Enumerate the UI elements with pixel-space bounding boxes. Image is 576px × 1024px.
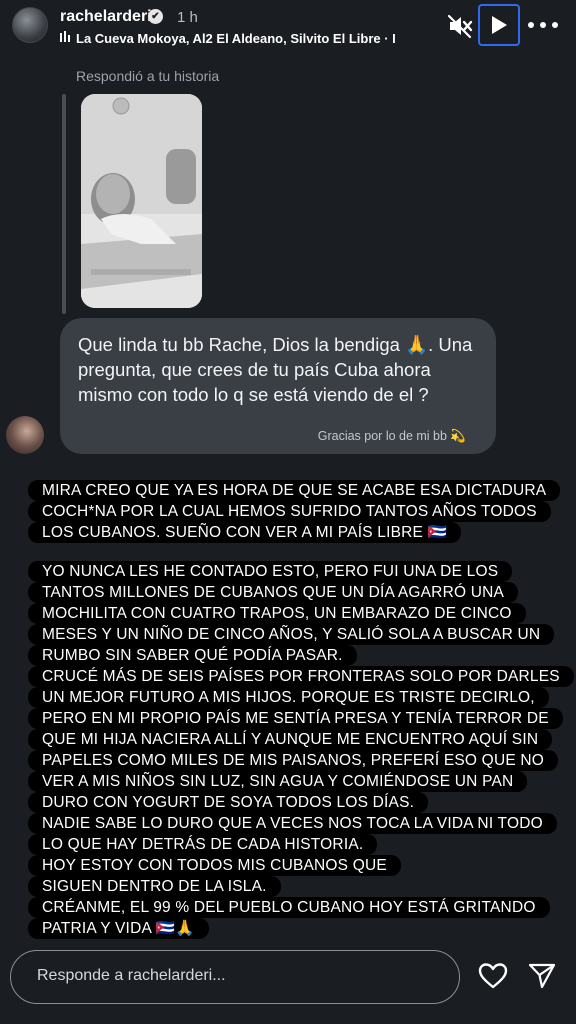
story-thumbnail[interactable]	[81, 94, 202, 308]
verified-badge-icon: ✔	[148, 9, 163, 24]
username[interactable]: rachelarderi	[60, 8, 152, 26]
replied-to-story-label: Respondió a tu historia	[76, 68, 220, 84]
post-time: 1 h	[177, 9, 198, 26]
reply-line: SIGUEN DENTRO DE LA ISLA.	[28, 876, 281, 897]
sender-avatar[interactable]	[6, 416, 44, 454]
reply-line: LO QUE HAY DETRÁS DE CADA HISTORIA.	[28, 834, 378, 855]
reply-input[interactable]: Responde a rachelarderi...	[10, 950, 460, 1004]
reply-line: HOY ESTOY CON TODOS MIS CUBANOS QUE	[28, 855, 401, 876]
send-icon[interactable]	[528, 962, 556, 990]
reply-line: VER A MIS NIÑOS SIN LUZ, SIN AGUA Y COMI…	[28, 771, 528, 792]
play-icon	[492, 16, 507, 34]
music-track[interactable]: La Cueva Mokoya, Al2 El Aldeano, Silvito…	[76, 31, 436, 46]
profile-avatar[interactable]	[12, 7, 48, 43]
story-header: rachelarderi ✔ 1 h La Cueva Mokoya, Al2 …	[0, 0, 576, 56]
reply-line: YO NUNCA LES HE CONTADO ESTO, PERO FUI U…	[28, 561, 513, 582]
reply-line: RUMBO SIN SABER QUÉ PODÍA PASAR.	[28, 645, 357, 666]
received-message-bubble[interactable]: Que linda tu bb Rache, Dios la bendiga 🙏…	[60, 318, 496, 454]
music-bars-icon	[60, 31, 72, 46]
quote-bar	[62, 94, 66, 314]
reply-line: LOS CUBANOS. SUEÑO CON VER A MI PAÍS LIB…	[28, 522, 462, 543]
reply-line: MESES Y UN NIÑO DE CINCO AÑOS, Y SALIÓ S…	[28, 624, 555, 645]
reply-line: PERO EN MI PROPIO PAÍS ME SENTÍA PRESA Y…	[28, 708, 563, 729]
reply-line: UN MEJOR FUTURO A MIS HIJOS. PORQUE ES T…	[28, 687, 549, 708]
more-icon[interactable]	[528, 14, 558, 36]
reply-line: CRÉANME, EL 99 % DEL PUEBLO CUBANO HOY E…	[28, 897, 550, 918]
reply-line: CRUCÉ MÁS DE SEIS PAÍSES POR FRONTERAS S…	[28, 666, 574, 687]
reply-paragraph-2: YO NUNCA LES HE CONTADO ESTO, PERO FUI U…	[28, 561, 574, 939]
heart-icon[interactable]	[478, 962, 508, 990]
mute-icon[interactable]	[446, 12, 474, 40]
reply-line: PATRIA Y VIDA 🇨🇺🙏	[28, 918, 209, 939]
reply-line: MIRA CREO QUE YA ES HORA DE QUE SE ACABE…	[28, 480, 561, 501]
reply-line: QUE MI HIJA NACIERA ALLÍ Y AUNQUE ME ENC…	[28, 729, 553, 750]
reply-paragraph-1: MIRA CREO QUE YA ES HORA DE QUE SE ACABE…	[28, 480, 561, 543]
reply-line: COCH*NA POR LA CUAL HEMOS SUFRIDO TANTOS…	[28, 501, 551, 522]
received-message-caption: Gracias por lo de mi bb 💫	[317, 429, 466, 443]
reply-line: DURO CON YOGURT DE SOYA TODOS LOS DÍAS.	[28, 792, 429, 813]
reply-line: PAPELES COMO MILES DE MIS PAISANOS, PREF…	[28, 750, 559, 771]
reply-line: TANTOS MILLONES DE CUBANOS QUE UN DÍA AG…	[28, 582, 519, 603]
play-button[interactable]	[478, 4, 520, 46]
reply-line: NADIE SABE LO DURO QUE A VECES NOS TOCA …	[28, 813, 557, 834]
received-message-text: Que linda tu bb Rache, Dios la bendiga 🙏…	[78, 334, 473, 405]
reply-line: MOCHILITA CON CUATRO TRAPOS, UN EMBARAZO…	[28, 603, 526, 624]
